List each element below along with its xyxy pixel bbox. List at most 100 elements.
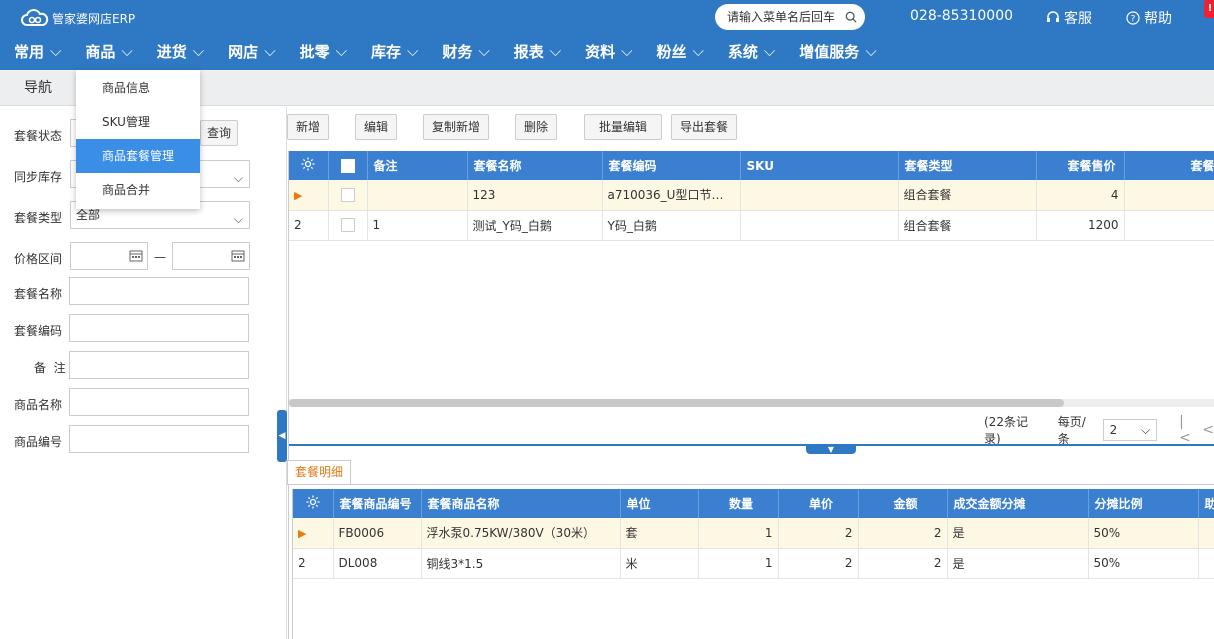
app-logo[interactable]: 管家婆网店ERP xyxy=(20,8,135,28)
cell-name[interactable]: 测试_Y码_白鹅 xyxy=(467,210,603,241)
cell-name[interactable]: 浮水泵0.75KW/380V（30米） xyxy=(421,518,621,549)
menu-item-common[interactable]: 常用 ⌵ xyxy=(0,36,61,66)
menu-item-stock[interactable]: 库存 ⌵ xyxy=(357,36,418,66)
export-bundle-button[interactable]: 导出套餐 xyxy=(671,114,737,140)
menu-item-value-added[interactable]: 增值服务 ⌵ xyxy=(785,36,876,66)
dropdown-item-merge[interactable]: 商品合并 xyxy=(76,173,200,207)
cell-amount[interactable]: 2 xyxy=(858,548,948,579)
cell-type[interactable]: 组合套餐 xyxy=(898,180,1037,211)
cell-unit[interactable]: 套 xyxy=(620,518,699,549)
cell-cost[interactable] xyxy=(1124,180,1214,211)
price-max-input[interactable] xyxy=(172,242,250,270)
cell-type[interactable]: 组合套餐 xyxy=(898,210,1037,241)
table-row[interactable]: 2 DL008 铜线3*1.5 米 1 2 2 是 50% xyxy=(293,548,1214,579)
menu-search[interactable] xyxy=(715,4,865,30)
column-header[interactable]: 备注 xyxy=(367,151,468,180)
row-select[interactable] xyxy=(328,180,368,211)
bundle-name-input[interactable] xyxy=(69,277,249,305)
column-header[interactable]: 套餐商品名称 xyxy=(421,489,621,518)
menu-item-goods[interactable]: 商品 ⌵ xyxy=(71,36,132,66)
first-page-icon[interactable]: |< xyxy=(1179,414,1194,446)
menu-item-system[interactable]: 系统 ⌵ xyxy=(714,36,775,66)
cell-sku[interactable] xyxy=(740,180,899,211)
column-header[interactable]: 套餐类型 xyxy=(898,151,1037,180)
tab-bundle-detail[interactable]: 套餐明细 xyxy=(287,460,351,484)
cell-name[interactable]: 123 xyxy=(467,180,603,211)
row-select[interactable] xyxy=(328,210,368,241)
column-header[interactable]: SKU xyxy=(740,151,899,180)
cell-price[interactable]: 4 xyxy=(1036,180,1125,211)
menu-item-shop[interactable]: 网店 ⌵ xyxy=(214,36,275,66)
cell-price[interactable]: 1200 xyxy=(1036,210,1125,241)
search-icon[interactable] xyxy=(845,10,857,24)
select-all-column[interactable] xyxy=(328,151,368,180)
tab-navigation[interactable]: 导航 xyxy=(0,70,76,106)
calendar-icon[interactable] xyxy=(129,249,143,262)
cell-name[interactable]: 铜线3*1.5 xyxy=(421,548,621,579)
cell-price[interactable]: 2 xyxy=(778,548,859,579)
column-settings[interactable] xyxy=(293,489,334,518)
goods-code-input[interactable] xyxy=(69,425,249,453)
cell-qty[interactable]: 1 xyxy=(698,518,779,549)
prev-page-icon[interactable]: < xyxy=(1202,422,1214,438)
gear-icon[interactable] xyxy=(300,156,316,172)
select-all-checkbox[interactable] xyxy=(340,158,355,173)
dropdown-item-bundle[interactable]: 商品套餐管理 xyxy=(76,139,200,173)
cell-amount[interactable]: 2 xyxy=(858,518,948,549)
menu-search-input[interactable] xyxy=(727,10,845,24)
collapse-panel-handle[interactable]: ◀ xyxy=(277,410,287,462)
column-header[interactable]: 数量 xyxy=(698,489,779,518)
menu-item-report[interactable]: 报表 ⌵ xyxy=(500,36,561,66)
column-header[interactable]: 分摊比例 xyxy=(1088,489,1199,518)
column-header[interactable]: 套餐商品编号 xyxy=(333,489,422,518)
dropdown-item-goods-info[interactable]: 商品信息 xyxy=(76,71,200,105)
cell-split[interactable]: 是 xyxy=(947,518,1089,549)
gear-icon[interactable] xyxy=(305,494,321,510)
calendar-icon[interactable] xyxy=(231,249,245,262)
row-checkbox[interactable] xyxy=(340,188,355,202)
cell-cost[interactable] xyxy=(1124,210,1214,241)
cell-unit[interactable]: 米 xyxy=(620,548,699,579)
column-header[interactable]: 助 xyxy=(1198,489,1214,518)
cell-qty[interactable]: 1 xyxy=(698,548,779,579)
table-row[interactable]: ▶ FB0006 浮水泵0.75KW/380V（30米） 套 1 2 2 是 5… xyxy=(293,518,1214,549)
delete-button[interactable]: 删除 xyxy=(515,114,557,140)
cell-code[interactable]: Y码_白鹅 xyxy=(602,210,741,241)
column-header[interactable]: 套餐编码 xyxy=(602,151,741,180)
menu-item-purchase[interactable]: 进货 ⌵ xyxy=(143,36,204,66)
price-min-input[interactable] xyxy=(70,242,148,270)
horizontal-scrollbar[interactable] xyxy=(289,399,1214,407)
per-page-select[interactable]: 2 ⌵ xyxy=(1102,419,1158,441)
bundle-code-input[interactable] xyxy=(69,314,249,342)
menu-item-fans[interactable]: 粉丝 ⌵ xyxy=(643,36,704,66)
menu-item-finance[interactable]: 财务 ⌵ xyxy=(428,36,489,66)
query-button[interactable]: 查询 xyxy=(200,120,238,146)
column-header[interactable]: 套餐名称 xyxy=(467,151,603,180)
split-toggle-handle[interactable]: ▼ xyxy=(806,445,856,454)
cell-code[interactable]: FB0006 xyxy=(333,518,422,549)
cell-remark[interactable] xyxy=(367,180,468,211)
menu-item-data[interactable]: 资料 ⌵ xyxy=(571,36,632,66)
column-header[interactable]: 单位 xyxy=(620,489,699,518)
cell-ratio[interactable]: 50% xyxy=(1088,518,1199,549)
dropdown-item-sku[interactable]: SKU管理 xyxy=(76,105,200,139)
column-header[interactable]: 成交金额分摊 xyxy=(947,489,1089,518)
table-row[interactable]: ▶ 123 a710036_U型口节能... 组合套餐 4 xyxy=(289,180,1214,211)
table-row[interactable]: 2 1 测试_Y码_白鹅 Y码_白鹅 组合套餐 1200 xyxy=(289,210,1214,241)
cell-ratio[interactable]: 50% xyxy=(1088,548,1199,579)
cell-code[interactable]: a710036_U型口节能... xyxy=(602,180,741,211)
help-link[interactable]: ? 帮助 xyxy=(1126,8,1172,28)
column-header[interactable]: 单价 xyxy=(778,489,859,518)
edit-button[interactable]: 编辑 xyxy=(355,114,397,140)
cell-remark[interactable]: 1 xyxy=(367,210,468,241)
cell-code[interactable]: DL008 xyxy=(333,548,422,579)
menu-item-wholesale[interactable]: 批零 ⌵ xyxy=(286,36,347,66)
cell-sku[interactable] xyxy=(740,210,899,241)
cell-split[interactable]: 是 xyxy=(947,548,1089,579)
goods-name-input[interactable] xyxy=(69,388,249,416)
column-header[interactable]: 金额 xyxy=(858,489,948,518)
column-settings[interactable] xyxy=(289,151,329,180)
remark-input[interactable] xyxy=(69,351,249,379)
column-header[interactable]: 套餐售价 xyxy=(1036,151,1125,180)
row-checkbox[interactable] xyxy=(340,218,355,233)
